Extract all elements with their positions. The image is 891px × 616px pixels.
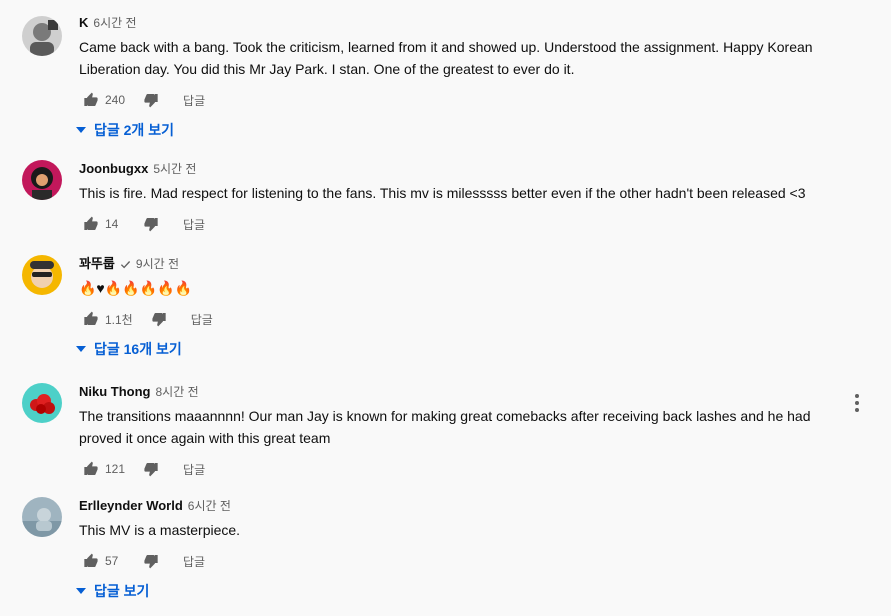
comment-author[interactable]: Joonbugxx <box>79 160 148 178</box>
comment-timestamp[interactable]: 6시간 전 <box>93 14 136 32</box>
comment-text: 🔥♥🔥🔥🔥🔥🔥 <box>79 280 192 296</box>
thumbs-down-icon <box>144 463 158 477</box>
comment-text: This is fire. Mad respect for listening … <box>79 185 806 201</box>
comment-timestamp[interactable]: 9시간 전 <box>136 255 179 273</box>
avatar[interactable] <box>22 497 62 537</box>
view-replies-button[interactable]: 답글 보기 <box>76 581 149 601</box>
thumbs-down-icon <box>144 218 158 232</box>
like-count: 1.1천 <box>105 312 133 327</box>
comment-text: Came back with a bang. Took the criticis… <box>79 39 813 77</box>
thumbs-up-icon <box>84 311 98 325</box>
thumbs-up-icon <box>84 461 98 475</box>
dislike-button[interactable] <box>139 212 163 236</box>
reply-button[interactable]: 답글 <box>183 92 205 109</box>
like-count: 14 <box>105 217 119 231</box>
kebab-dot <box>855 401 859 405</box>
reply-button[interactable]: 답글 <box>191 311 213 328</box>
like-button[interactable] <box>79 549 103 573</box>
like-count: 57 <box>105 554 119 568</box>
comment-text: The transitions maaannnn! Our man Jay is… <box>79 408 811 446</box>
view-replies-label: 답글 2개 보기 <box>94 122 174 138</box>
comment-timestamp[interactable]: 5시간 전 <box>153 160 196 178</box>
more-actions-button[interactable] <box>851 391 863 415</box>
thumbs-down-icon <box>152 313 166 327</box>
comment-author[interactable]: 꽈뚜룹 <box>79 255 115 273</box>
thumbs-down-icon <box>144 94 158 108</box>
view-replies-button[interactable]: 답글 2개 보기 <box>76 120 174 140</box>
like-button[interactable] <box>79 212 103 236</box>
avatar[interactable] <box>22 383 62 423</box>
like-button[interactable] <box>79 307 103 331</box>
avatar[interactable] <box>22 255 62 295</box>
caret-down-icon <box>76 127 86 133</box>
like-count: 240 <box>105 93 126 107</box>
view-replies-label: 답글 16개 보기 <box>94 341 182 357</box>
comment-author[interactable]: K <box>79 14 88 32</box>
thumbs-up-icon <box>84 553 98 567</box>
reply-button[interactable]: 답글 <box>183 461 205 478</box>
caret-down-icon <box>76 346 86 352</box>
like-button[interactable] <box>79 88 103 112</box>
reply-button[interactable]: 답글 <box>183 216 205 233</box>
dislike-button[interactable] <box>139 88 163 112</box>
dislike-button[interactable] <box>147 307 171 331</box>
comment-author[interactable]: Erlleynder World <box>79 497 183 515</box>
caret-down-icon <box>76 588 86 594</box>
comment-timestamp[interactable]: 8시간 전 <box>156 383 199 401</box>
thumbs-down-icon <box>144 555 158 569</box>
dislike-button[interactable] <box>139 549 163 573</box>
avatar[interactable] <box>22 160 62 200</box>
comment-text: This MV is a masterpiece. <box>79 522 241 538</box>
kebab-dot <box>855 408 859 412</box>
verified-check-icon <box>120 260 131 268</box>
avatar[interactable] <box>22 16 62 56</box>
like-count: 121 <box>105 462 126 476</box>
reply-button[interactable]: 답글 <box>183 553 205 570</box>
kebab-dot <box>855 394 859 398</box>
thumbs-up-icon <box>84 92 98 106</box>
dislike-button[interactable] <box>139 457 163 481</box>
like-button[interactable] <box>79 457 103 481</box>
comment-author[interactable]: Niku Thong <box>79 383 151 401</box>
view-replies-label: 답글 보기 <box>94 583 150 599</box>
thumbs-up-icon <box>84 216 98 230</box>
view-replies-button[interactable]: 답글 16개 보기 <box>76 339 182 359</box>
comment-timestamp[interactable]: 6시간 전 <box>188 497 231 515</box>
